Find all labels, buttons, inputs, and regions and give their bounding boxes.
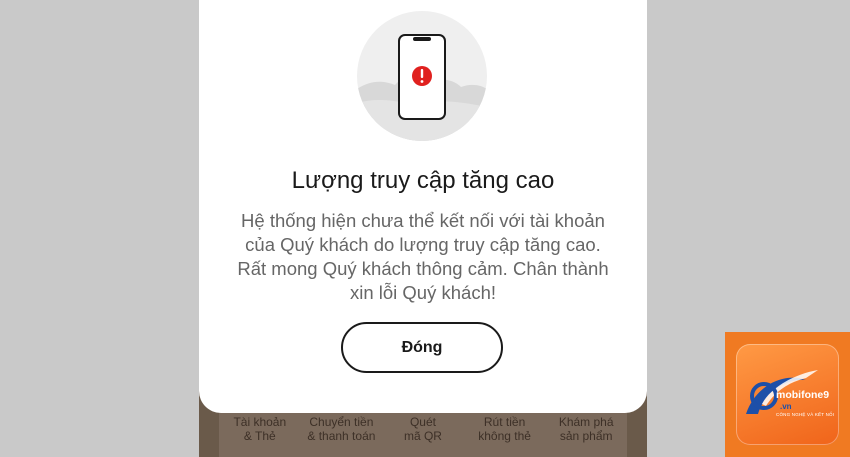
dialog-message: Hệ thống hiện chưa thể kết nối với tài k…	[237, 210, 609, 303]
logo-card: mobifone9 .vn CÔNG NGHỆ VÀ KẾT NỐI	[736, 344, 839, 445]
logo-brand-text: mobifone9	[776, 389, 830, 401]
phone-error-illustration	[357, 34, 487, 141]
watermark-logo: mobifone9 .vn CÔNG NGHỆ VÀ KẾT NỐI	[725, 332, 850, 457]
logo-tagline: CÔNG NGHỆ VÀ KẾT NỐI	[776, 412, 835, 417]
phone-error-icon	[357, 11, 487, 141]
nav-item-cardless-withdrawal[interactable]: Rút tiền không thẻ	[465, 415, 545, 443]
dialog-title: Lượng truy cập tăng cao	[291, 167, 555, 194]
nav-item-transfer-payment[interactable]: Chuyển tiền & thanh toán	[301, 415, 381, 443]
nav-item-explore-products[interactable]: Khám phá sản phẩm	[546, 415, 626, 443]
close-button[interactable]: Đóng	[341, 322, 503, 373]
error-dialog: Lượng truy cập tăng cao Hệ thống hiện ch…	[199, 0, 647, 413]
logo-domain-text: .vn	[780, 402, 792, 411]
nav-item-scan-qr[interactable]: Quét mã QR	[383, 415, 463, 443]
nav-item-accounts-cards[interactable]: Tài khoản & Thẻ	[220, 415, 300, 443]
